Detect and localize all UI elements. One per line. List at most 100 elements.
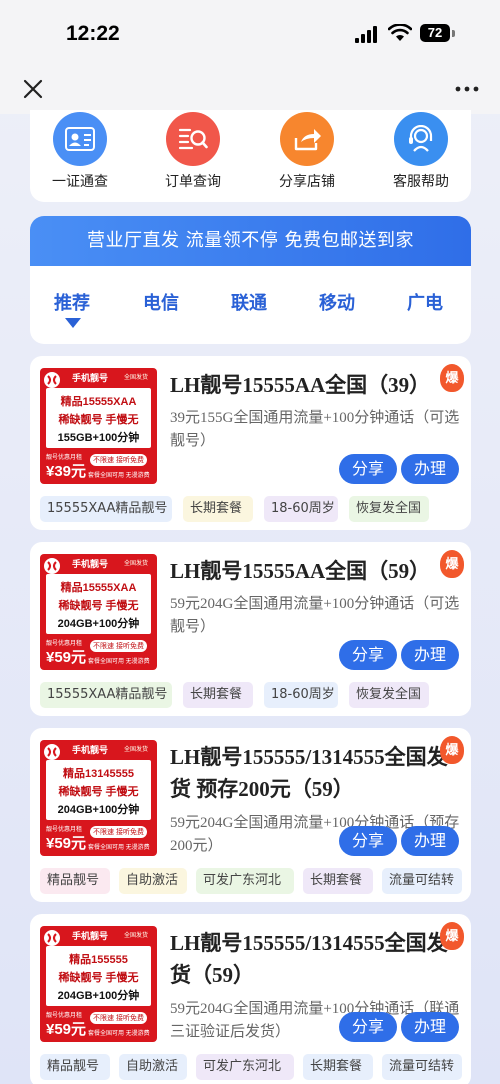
share-button[interactable]: 分享 (339, 640, 397, 670)
close-icon[interactable] (20, 76, 46, 102)
product-poster: 手机靓号 全国发货 精品15555XAA 稀缺靓号 手慢无 155GB+100分… (40, 368, 157, 484)
quick-action-customer-service[interactable]: 客服帮助 (371, 110, 471, 191)
product-tag: 自助激活 (119, 868, 187, 894)
product-title: LH靓号15555AA全国（59） (170, 559, 431, 583)
product-title: LH靓号155555/1314555全国发货（59） (170, 931, 448, 987)
battery-indicator: 72 (420, 24, 450, 42)
product-poster: 手机靓号 全国发货 精品15555XAA 稀缺靓号 手慢无 204GB+100分… (40, 554, 157, 670)
poster-line1: 精品15555XAA (60, 396, 137, 408)
hot-badge: 爆 (440, 550, 464, 578)
share-button[interactable]: 分享 (339, 826, 397, 856)
product-tag: 18-60周岁 (264, 682, 338, 708)
tab-mobile[interactable]: 移动 (319, 289, 355, 315)
product-title: LH靓号15555AA全国（39） (170, 373, 431, 397)
product-tag: 长期套餐 (303, 1054, 373, 1080)
poster-line3: 204GB+100分钟 (57, 990, 140, 1002)
product-card[interactable]: 手机靓号 全国发货 精品13145555 稀缺靓号 手慢无 204GB+100分… (30, 728, 471, 902)
product-tag: 流量可结转 (382, 1054, 462, 1080)
unicom-logo-icon (44, 930, 60, 946)
apply-button[interactable]: 办理 (401, 1012, 459, 1042)
poster-line3: 204GB+100分钟 (57, 618, 140, 630)
unicom-logo-icon (44, 744, 60, 760)
poster-line3: 155GB+100分钟 (57, 432, 140, 444)
status-bar: 12:22 72 (0, 0, 500, 64)
product-tag: 自助激活 (119, 1054, 187, 1080)
quick-action-label: 客服帮助 (393, 174, 449, 190)
poster-line1: 精品15555XAA (60, 582, 137, 594)
poster-note2: 套餐全国可用 无漫游费 (88, 1031, 150, 1037)
poster-note2: 套餐全国可用 无漫游费 (88, 473, 150, 479)
poster-line3: 204GB+100分钟 (57, 804, 140, 816)
share-icon (280, 112, 334, 166)
product-card[interactable]: 手机靓号 全国发货 精品15555XAA 稀缺靓号 手慢无 204GB+100分… (30, 542, 471, 716)
poster-inner: 精品15555XAA 稀缺靓号 手慢无 204GB+100分钟 (46, 574, 151, 634)
product-tag: 可发广东河北 (196, 1054, 294, 1080)
poster-note1: 不限速 接听免费 (90, 1012, 147, 1024)
product-tag: 恢复发全国 (349, 496, 429, 522)
poster-price: ¥39元 (46, 463, 87, 480)
poster-tag2: 全国发货 (124, 747, 149, 753)
product-title: LH靓号155555/1314555全国发货 预存200元（59） (170, 745, 448, 801)
apply-button[interactable]: 办理 (401, 826, 459, 856)
product-tag: 精品靓号 (40, 1054, 110, 1080)
promo-card: 营业厅直发 流量领不停 免费包邮送到家 推荐 电信 联通 移动 广电 (30, 216, 471, 344)
poster-price: ¥59元 (46, 649, 87, 666)
unicom-logo-icon (44, 558, 60, 574)
poster-tag: 手机靓号 (72, 559, 109, 569)
product-tag: 18-60周岁 (264, 496, 338, 522)
poster-price: ¥59元 (46, 835, 87, 852)
id-card-icon (53, 112, 107, 166)
poster-tag: 手机靓号 (72, 931, 109, 941)
quick-action-label: 订单查询 (165, 174, 221, 190)
poster-inner: 精品155555 稀缺靓号 手慢无 204GB+100分钟 (46, 946, 151, 1006)
tab-recommended[interactable]: 推荐 (54, 289, 90, 315)
apply-button[interactable]: 办理 (401, 640, 459, 670)
poster-note1: 不限速 接听免费 (90, 454, 147, 466)
poster-tag: 手机靓号 (72, 373, 109, 383)
quick-action-label: 分享店铺 (279, 174, 335, 190)
tab-unicom[interactable]: 联通 (231, 289, 267, 315)
product-tag: 恢复发全国 (349, 682, 429, 708)
product-description: 39元155G全国通用流量+100分钟通话（可选靓号） (170, 410, 460, 449)
cellular-signal-icon (355, 26, 377, 43)
apply-button[interactable]: 办理 (401, 454, 459, 484)
quick-action-share-store[interactable]: 分享店铺 (257, 110, 357, 191)
poster-line2: 稀缺靓号 手慢无 (58, 786, 139, 798)
product-tag: 长期套餐 (303, 868, 373, 894)
quick-action-id-check[interactable]: 一证通查 (30, 110, 130, 191)
poster-tag2: 全国发货 (124, 561, 149, 567)
battery-tip (452, 30, 455, 37)
tab-broadcast[interactable]: 广电 (407, 289, 443, 315)
hot-badge: 爆 (440, 922, 464, 950)
product-description: 59元204G全国通用流量+100分钟通话（可选靓号） (170, 596, 460, 635)
headset-icon (394, 112, 448, 166)
status-time: 12:22 (66, 22, 120, 45)
product-tag: 可发广东河北 (196, 868, 294, 894)
poster-note2: 套餐全国可用 无漫游费 (88, 659, 150, 665)
quick-action-order-query[interactable]: 订单查询 (143, 110, 243, 191)
product-card[interactable]: 手机靓号 全国发货 精品155555 稀缺靓号 手慢无 204GB+100分钟 … (30, 914, 471, 1084)
hot-badge: 爆 (440, 364, 464, 392)
poster-inner: 精品15555XAA 稀缺靓号 手慢无 155GB+100分钟 (46, 388, 151, 448)
share-button[interactable]: 分享 (339, 1012, 397, 1042)
product-tag: 精品靓号 (40, 868, 110, 894)
poster-tag2: 全国发货 (124, 375, 149, 381)
more-options-icon[interactable] (452, 76, 482, 102)
tab-telecom[interactable]: 电信 (143, 289, 179, 315)
share-button[interactable]: 分享 (339, 454, 397, 484)
product-card[interactable]: 手机靓号 全国发货 精品15555XAA 稀缺靓号 手慢无 155GB+100分… (30, 356, 471, 530)
poster-line2: 稀缺靓号 手慢无 (58, 600, 139, 612)
quick-action-label: 一证通查 (52, 174, 108, 190)
wifi-icon (388, 24, 412, 41)
poster-note1: 不限速 接听免费 (90, 826, 147, 838)
nav-bar (0, 64, 500, 114)
product-tag: 15555XAA精品靓号 (40, 496, 172, 522)
product-tag: 15555XAA精品靓号 (40, 682, 172, 708)
poster-note1: 不限速 接听免费 (90, 640, 147, 652)
product-poster: 手机靓号 全国发货 精品13145555 稀缺靓号 手慢无 204GB+100分… (40, 740, 157, 856)
poster-inner: 精品13145555 稀缺靓号 手慢无 204GB+100分钟 (46, 760, 151, 820)
unicom-logo-icon (44, 372, 60, 388)
poster-line2: 稀缺靓号 手慢无 (58, 972, 139, 984)
product-poster: 手机靓号 全国发货 精品155555 稀缺靓号 手慢无 204GB+100分钟 … (40, 926, 157, 1042)
poster-line1: 精品13145555 (63, 768, 134, 780)
